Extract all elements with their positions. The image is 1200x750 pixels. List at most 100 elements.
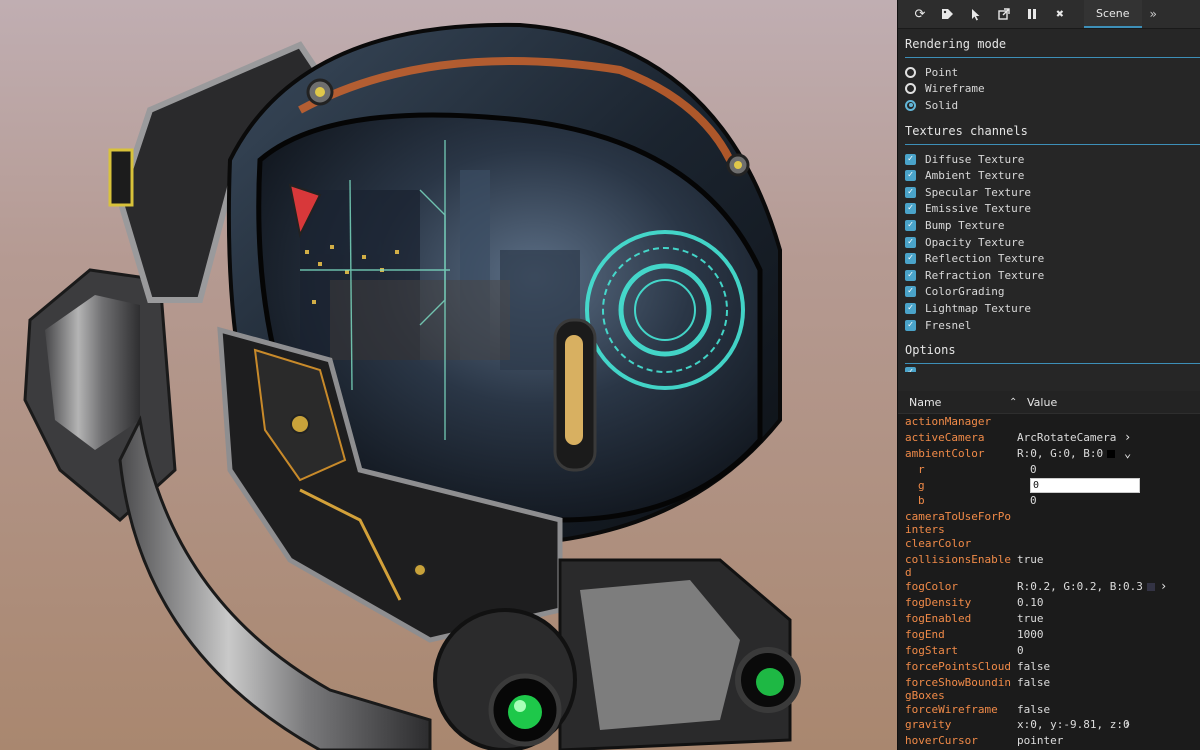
texture-item[interactable]: ✓ Refraction Texture [905,267,1200,284]
3d-viewport[interactable] [0,0,897,750]
texture-item[interactable]: ✓ Emissive Texture [905,201,1200,218]
property-row-cameraToUseForPointers[interactable]: cameraToUseForPointers [898,509,1200,536]
property-value: pointer [1017,734,1064,748]
property-row-b[interactable]: b0 [898,493,1200,509]
property-name: forceWireframe [905,702,998,716]
property-row-fogEnabled[interactable]: fogEnabled true [898,611,1200,627]
texture-item[interactable]: ✓ Specular Texture [905,184,1200,201]
checkbox-checked-icon[interactable]: ✓ [905,253,916,265]
popout-icon[interactable] [990,0,1018,28]
property-row-actionManager[interactable]: actionManager [898,414,1200,430]
sort-ascending-icon[interactable]: ⌃ [1009,397,1027,408]
checkbox-checked-icon[interactable]: ✓ [905,302,916,314]
tab-scene-label: Scene [1096,6,1130,20]
checkbox-checked-icon[interactable]: ✓ [905,203,916,215]
property-row-fogDensity[interactable]: fogDensity 0.10 [898,595,1200,611]
property-row-r[interactable]: r0 [898,462,1200,478]
inspector-panel: ⟳ ✖ Scene » Rendering mode Point Wirefra… [897,0,1200,750]
checkbox-checked-icon[interactable]: ✓ [905,367,916,373]
property-value: true [1017,612,1044,626]
property-name: fogStart [905,643,958,657]
property-row-ambientColor[interactable]: ambientColor R:0, G:0, B:0 ⌄ [898,446,1200,462]
texture-item[interactable]: ✓ Ambient Texture [905,167,1200,184]
texture-item[interactable]: ✓ Opacity Texture [905,234,1200,251]
checkbox-checked-icon[interactable]: ✓ [905,286,916,298]
texture-label: ColorGrading [925,285,1005,299]
checkbox-checked-icon[interactable]: ✓ [905,153,916,165]
more-tabs-icon[interactable]: » [1150,7,1157,21]
pointer-icon[interactable] [962,0,990,28]
refresh-icon[interactable]: ⟳ [906,0,934,28]
property-row-forcePointsCloud[interactable]: forcePointsCloud false [898,659,1200,675]
property-value: false [1017,659,1051,673]
checkbox-checked-icon[interactable]: ✓ [905,236,916,248]
texture-label: Lightmap Texture [925,301,1031,315]
rendering-option-label: Point [925,65,959,79]
property-value: x:0, y:-9.81, z:0 [1017,718,1130,732]
texture-label: Refraction Texture [925,268,1045,282]
property-row-fogColor[interactable]: fogColor R:0.2, G:0.2, B:0.3 › [898,579,1200,595]
radio-icon[interactable] [905,83,916,95]
rendering-option-solid[interactable]: Solid [905,97,1200,114]
property-row-gravity[interactable]: gravity x:0, y:-9.81, z:0 › [898,717,1200,733]
property-value: R:0.2, G:0.2, B:0.3 [1017,580,1143,594]
texture-item[interactable]: ✓ Diffuse Texture [905,151,1200,168]
texture-label: Ambient Texture [925,169,1025,183]
chevron-right-icon[interactable]: › [1124,717,1131,731]
scene-options: Rendering mode Point Wireframe Solid Tex… [898,29,1200,373]
rendering-mode-title: Rendering mode [905,29,1200,58]
chevron-down-icon[interactable]: ⌄ [1124,446,1131,460]
property-name: forcePointsCloud [905,659,1011,673]
texture-item[interactable]: ✓ ColorGrading [905,284,1200,301]
checkbox-checked-icon[interactable]: ✓ [905,170,916,182]
radio-selected-icon[interactable] [905,99,916,111]
texture-item[interactable]: ✓ Lightmap Texture [905,300,1200,317]
property-row-clearColor[interactable]: clearColor [898,536,1200,552]
pause-icon[interactable] [1018,0,1046,28]
property-row-forceWireframe[interactable]: forceWireframe false [898,702,1200,718]
helmet-render [23,22,801,750]
property-name: fogEnd [905,627,945,641]
texture-label: Opacity Texture [925,235,1025,249]
rendering-option-wireframe[interactable]: Wireframe [905,81,1200,98]
property-value: 1000 [1017,627,1044,641]
property-name: fogDensity [905,596,972,610]
property-row-fogStart[interactable]: fogStart 0 [898,643,1200,659]
chevron-right-icon[interactable]: › [1124,430,1131,444]
rendering-option-point[interactable]: Point [905,64,1200,81]
checkbox-checked-icon[interactable]: ✓ [905,269,916,281]
property-row-activeCamera[interactable]: activeCamera ArcRotateCamera › [898,430,1200,446]
checkbox-checked-icon[interactable]: ✓ [905,319,916,331]
property-row-forceShowBoundingBoxes[interactable]: forceShowBoundingBoxes false [898,675,1200,702]
property-name: forceShowBoundingBoxes [905,675,1011,702]
property-name: activeCamera [905,430,985,444]
property-name: r [918,462,925,476]
name-column-header[interactable]: Name [898,396,1009,409]
checkbox-checked-icon[interactable]: ✓ [905,186,916,198]
property-row-fogEnd[interactable]: fogEnd 1000 [898,627,1200,643]
property-row-hoverCursor[interactable]: hoverCursor pointer [898,733,1200,749]
value-column-header: Value [1027,395,1058,409]
property-name: fogEnabled [905,612,972,626]
property-name: ambientColor [905,446,985,460]
property-name: actionManager [905,415,992,428]
property-row-g[interactable]: g [898,477,1200,494]
texture-item[interactable]: ✓ Fresnel [905,317,1200,334]
texture-label: Fresnel [925,318,972,332]
texture-label: Emissive Texture [925,202,1031,216]
property-value-input[interactable] [1030,477,1140,493]
color-swatch [1146,583,1155,592]
property-row-collisionsEnabled[interactable]: collisionsEnabled true [898,552,1200,579]
property-name: clearColor [905,537,972,551]
close-icon[interactable]: ✖ [1046,0,1074,28]
texture-item[interactable]: ✓ Reflection Texture [905,250,1200,267]
texture-item[interactable]: ✓ Bump Texture [905,217,1200,234]
radio-icon[interactable] [905,66,916,78]
texture-label: Diffuse Texture [925,152,1025,166]
tab-scene[interactable]: Scene [1084,0,1142,28]
chevron-right-icon[interactable]: › [1160,579,1167,593]
checkbox-checked-icon[interactable]: ✓ [905,219,916,231]
property-value: R:0, G:0, B:0 [1017,446,1104,460]
tags-icon[interactable] [934,0,962,28]
property-value: 0.10 [1017,596,1044,610]
